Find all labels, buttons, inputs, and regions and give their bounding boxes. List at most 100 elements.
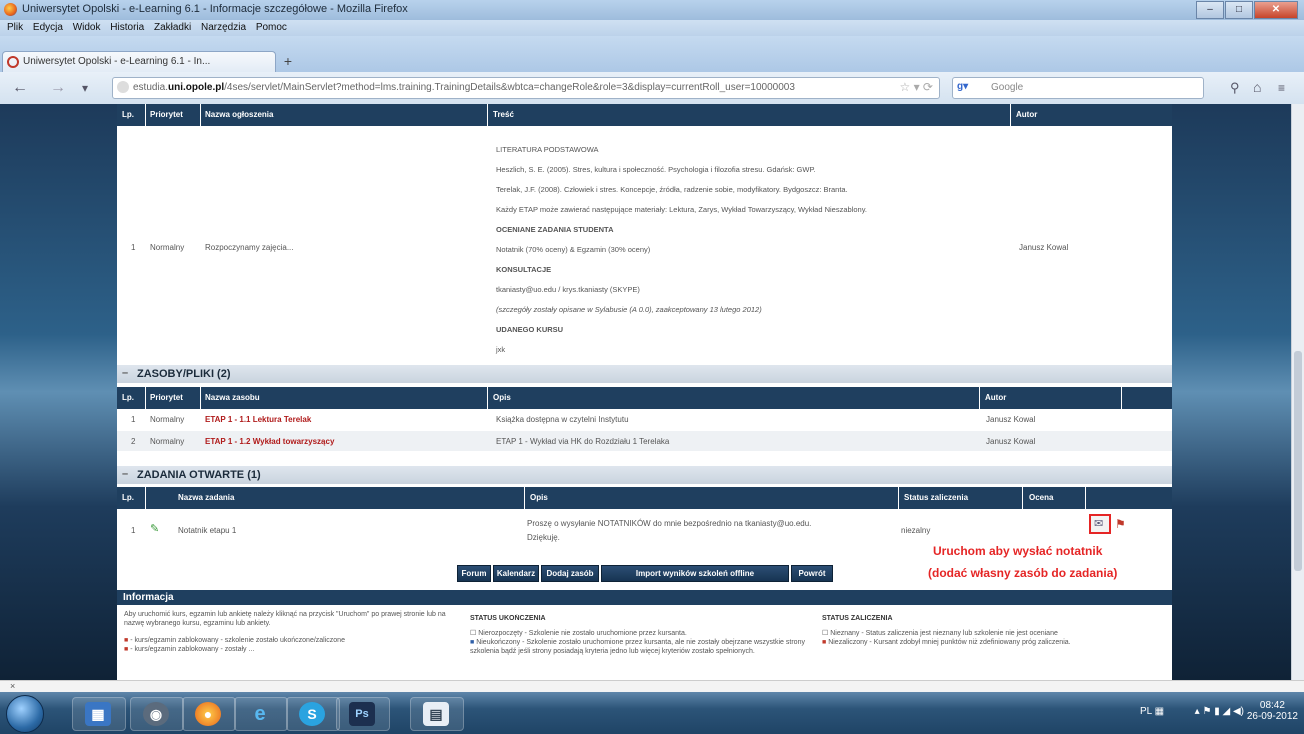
firefox-icon	[4, 3, 17, 16]
tools-menu-icon[interactable]: ≡	[1278, 81, 1285, 95]
menu-item-help[interactable]: Pomoc	[256, 22, 287, 33]
close-find-icon[interactable]: ×	[10, 681, 15, 691]
new-tab-button[interactable]: +	[278, 53, 298, 71]
info-left-text: Aby uruchomić kurs, egzamin lub ankietę …	[124, 611, 446, 627]
taskbar-ie-icon[interactable]: e	[234, 697, 288, 731]
menu-item-history[interactable]: Historia	[110, 22, 144, 33]
col-status: Status zaliczenia	[904, 493, 969, 502]
row-priority: Normalny	[150, 243, 185, 252]
announcements-header: Lp. Priorytet Nazwa ogłoszenia Treść Aut…	[117, 104, 1172, 126]
info-status-done: STATUS UKOŃCZENIA ☐ Nierozpoczęty - Szko…	[470, 614, 815, 678]
taskbar-clock[interactable]: 08:42 26-09-2012	[1247, 700, 1298, 722]
col-grade: Ocena	[1029, 493, 1054, 502]
launch-task-button[interactable]: ✉	[1089, 514, 1111, 534]
status-done-item: ■ Nieukończony - Szkolenie zostało uruch…	[470, 639, 805, 655]
navigation-bar: ← → ▾ estudia.uni.opole.pl/4ses/servlet/…	[0, 72, 1304, 104]
windows-taskbar: ▦ ◉ ● e S Ps ▤ PL ▦ ▴ ⚑ ▮ ◢ ◀) 08:42 26-…	[0, 692, 1304, 734]
calendar-button[interactable]: Kalendarz	[493, 565, 539, 582]
row-lp: 2	[131, 437, 136, 446]
status-pass-item: ■ Niezaliczony - Kursant zdobył mniej pu…	[822, 639, 1071, 646]
col-priority: Priorytet	[150, 393, 183, 402]
annotation-line1: Uruchom aby wysłać notatnik	[933, 544, 1103, 558]
task-desc-line2: Dziękuję.	[527, 533, 560, 542]
address-bar[interactable]: estudia.uni.opole.pl/4ses/servlet/MainSe…	[112, 77, 940, 99]
back-button[interactable]: Powrót	[791, 565, 833, 582]
content-line: tkaniasty@uo.edu / krys.tkaniasty (SKYPE…	[496, 285, 640, 294]
import-offline-results-button[interactable]: Import wyników szkoleń offline	[601, 565, 789, 582]
background-decoration-right	[1172, 104, 1291, 680]
taskbar-media-icon[interactable]: ◉	[130, 697, 184, 731]
bookmark-star-icon[interactable]: ☆ ▾ ⟳	[899, 80, 933, 94]
col-author: Autor	[1016, 110, 1038, 119]
col-name: Nazwa zasobu	[205, 393, 260, 402]
content-heading: UDANEGO KURSU	[496, 325, 564, 334]
back-arrow-icon[interactable]: ←	[12, 79, 28, 97]
close-button[interactable]: ✕	[1254, 1, 1298, 19]
site-identity-icon[interactable]	[117, 81, 129, 93]
content-line: Każdy ETAP może zawierać następujące mat…	[496, 205, 867, 214]
task-extra-icon[interactable]: ⚑	[1115, 517, 1126, 531]
info-left-item: ■ - kurs/egzamin zablokowany - szkolenie…	[124, 637, 345, 644]
col-content: Treść	[493, 110, 514, 119]
url-text[interactable]: estudia.uni.opole.pl/4ses/servlet/MainSe…	[133, 82, 923, 93]
search-box[interactable]: g▾ Google	[952, 77, 1204, 99]
resources-section-header[interactable]: – ZASOBY/PLIKI (2)	[117, 365, 1172, 383]
col-priority: Priorytet	[150, 110, 183, 119]
row-name[interactable]: Rozpoczynamy zajęcia...	[205, 243, 293, 252]
resource-link[interactable]: ETAP 1 - 1.1 Lektura Terelak	[205, 415, 311, 424]
taskbar-firefox-icon[interactable]: ●	[182, 697, 236, 731]
row-desc: ETAP 1 - Wykład via HK do Rozdziału 1 Te…	[496, 437, 670, 446]
add-resource-button[interactable]: Dodaj zasób	[541, 565, 599, 582]
minimize-button[interactable]: –	[1196, 1, 1224, 19]
search-magnifier-icon[interactable]: ⚲	[1230, 80, 1240, 96]
tab-label: Uniwersytet Opolski - e-Learning 6.1 - I…	[23, 56, 211, 67]
taskbar-notes-icon[interactable]: ▤	[410, 697, 464, 731]
col-desc: Opis	[493, 393, 511, 402]
col-author: Autor	[985, 393, 1007, 402]
menu-bar: Plik Edycja Widok Historia Zakładki Narz…	[0, 20, 1304, 36]
browser-tab[interactable]: Uniwersytet Opolski - e-Learning 6.1 - I…	[2, 51, 276, 73]
col-name: Nazwa zadania	[178, 493, 235, 502]
content-line: Heszlich, S. E. (2005). Stres, kultura i…	[496, 165, 816, 174]
window-title-bar: Uniwersytet Opolski - e-Learning 6.1 - I…	[0, 0, 1304, 20]
taskbar-photoshop-icon[interactable]: Ps	[336, 697, 390, 731]
language-indicator[interactable]: PL ▦ ▴ ⚑ ▮ ◢ ◀)	[1140, 706, 1244, 717]
clock-time: 08:42	[1259, 700, 1285, 711]
history-icon[interactable]: ▾	[82, 81, 88, 95]
forward-arrow-icon[interactable]: →	[50, 79, 66, 97]
menu-item-file[interactable]: Plik	[7, 22, 23, 33]
resource-row: 1 Normalny ETAP 1 - 1.1 Lektura Terelak …	[117, 409, 1172, 429]
task-name[interactable]: Notatnik etapu 1	[178, 526, 236, 535]
forum-button[interactable]: Forum	[457, 565, 491, 582]
google-icon[interactable]: g▾	[957, 81, 968, 92]
content-line: Terelak, J.F. (2008). Człowiek i stres. …	[496, 185, 848, 194]
menu-item-view[interactable]: Widok	[73, 22, 101, 33]
collapse-icon[interactable]: –	[122, 367, 128, 379]
window-title: Uniwersytet Opolski - e-Learning 6.1 - I…	[22, 3, 408, 15]
announcement-row: 1 Normalny Rozpoczynamy zajęcia... LITER…	[117, 126, 1172, 360]
tasks-header: Lp. Nazwa zadania Opis Status zaliczenia…	[117, 487, 1172, 509]
start-button[interactable]	[6, 695, 44, 733]
taskbar-explorer-icon[interactable]: ▦	[72, 697, 126, 731]
resources-header: Lp. Priorytet Nazwa zasobu Opis Autor	[117, 387, 1172, 409]
resources-section-title: ZASOBY/PLIKI (2)	[137, 368, 231, 380]
vertical-scrollbar[interactable]	[1291, 104, 1304, 680]
home-icon[interactable]: ⌂	[1253, 79, 1261, 95]
scroll-thumb[interactable]	[1294, 351, 1302, 571]
maximize-button[interactable]: □	[1225, 1, 1253, 19]
taskbar-skype-icon[interactable]: S	[286, 697, 340, 731]
status-done-item: ☐ Nierozpoczęty - Szkolenie nie zostało …	[470, 630, 687, 637]
row-lp: 1	[131, 526, 136, 535]
menu-item-edit[interactable]: Edycja	[33, 22, 63, 33]
row-desc: Książka dostępna w czytelni Instytutu	[496, 415, 629, 424]
collapse-icon[interactable]: –	[122, 468, 128, 480]
menu-item-bookmarks[interactable]: Zakładki	[154, 22, 191, 33]
tasks-section-header[interactable]: – ZADANIA OTWARTE (1)	[117, 466, 1172, 484]
tasks-section-title: ZADANIA OTWARTE (1)	[137, 469, 261, 481]
menu-item-tools[interactable]: Narzędzia	[201, 22, 246, 33]
tab-bar: Uniwersytet Opolski - e-Learning 6.1 - I…	[0, 36, 1304, 73]
row-author: Janusz Kowal	[986, 415, 1036, 424]
resource-link[interactable]: ETAP 1 - 1.2 Wykład towarzyszący	[205, 437, 334, 446]
col-lp: Lp.	[122, 393, 134, 402]
info-title: Informacja	[123, 592, 174, 603]
